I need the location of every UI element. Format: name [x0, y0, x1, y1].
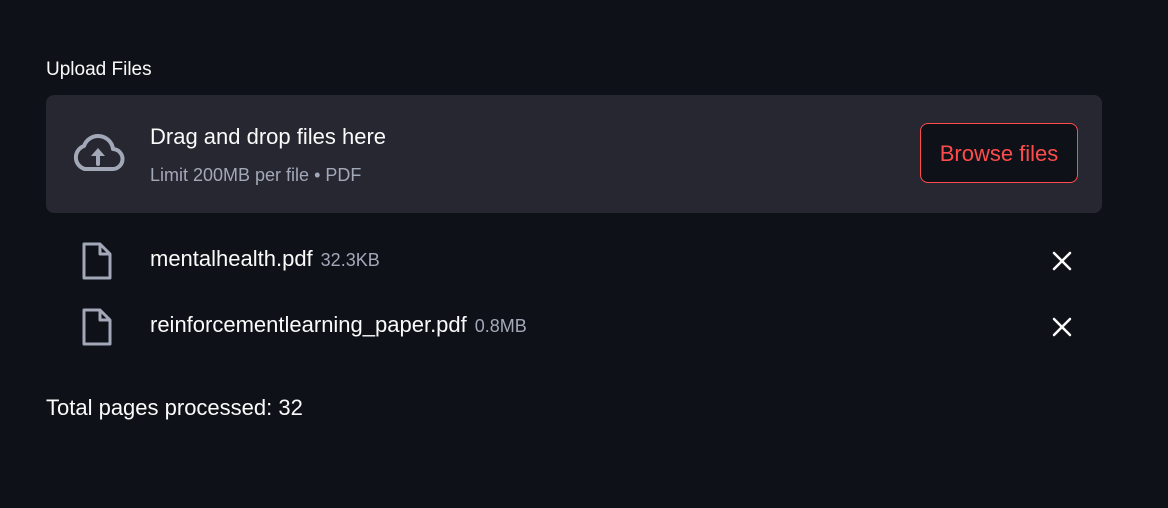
file-list-item: reinforcementlearning_paper.pdf 0.8MB [46, 301, 1102, 351]
file-size: 32.3KB [320, 250, 380, 270]
close-icon[interactable] [1048, 313, 1076, 341]
page: Upload Files Drag and drop files here Li… [0, 0, 1168, 508]
file-icon [82, 242, 112, 280]
browse-files-button[interactable]: Browse files [920, 123, 1078, 183]
file-name-text: reinforcementlearning_paper.pdf [150, 312, 467, 337]
dropzone-subtitle: Limit 200MB per file • PDF [150, 165, 362, 185]
file-list-item: mentalhealth.pdf 32.3KB [46, 235, 1102, 285]
file-dropzone[interactable]: Drag and drop files here Limit 200MB per… [46, 95, 1102, 213]
upload-label: Upload Files [46, 59, 152, 80]
file-name-text: mentalhealth.pdf [150, 246, 313, 271]
file-icon [82, 308, 112, 346]
close-icon[interactable] [1048, 247, 1076, 275]
file-name: reinforcementlearning_paper.pdf 0.8MB [150, 311, 527, 340]
file-name: mentalhealth.pdf 32.3KB [150, 245, 380, 274]
cloud-upload-icon [73, 134, 125, 171]
dropzone-title: Drag and drop files here [150, 124, 387, 149]
file-size: 0.8MB [474, 316, 527, 336]
total-pages-text: Total pages processed: 32 [46, 395, 303, 420]
